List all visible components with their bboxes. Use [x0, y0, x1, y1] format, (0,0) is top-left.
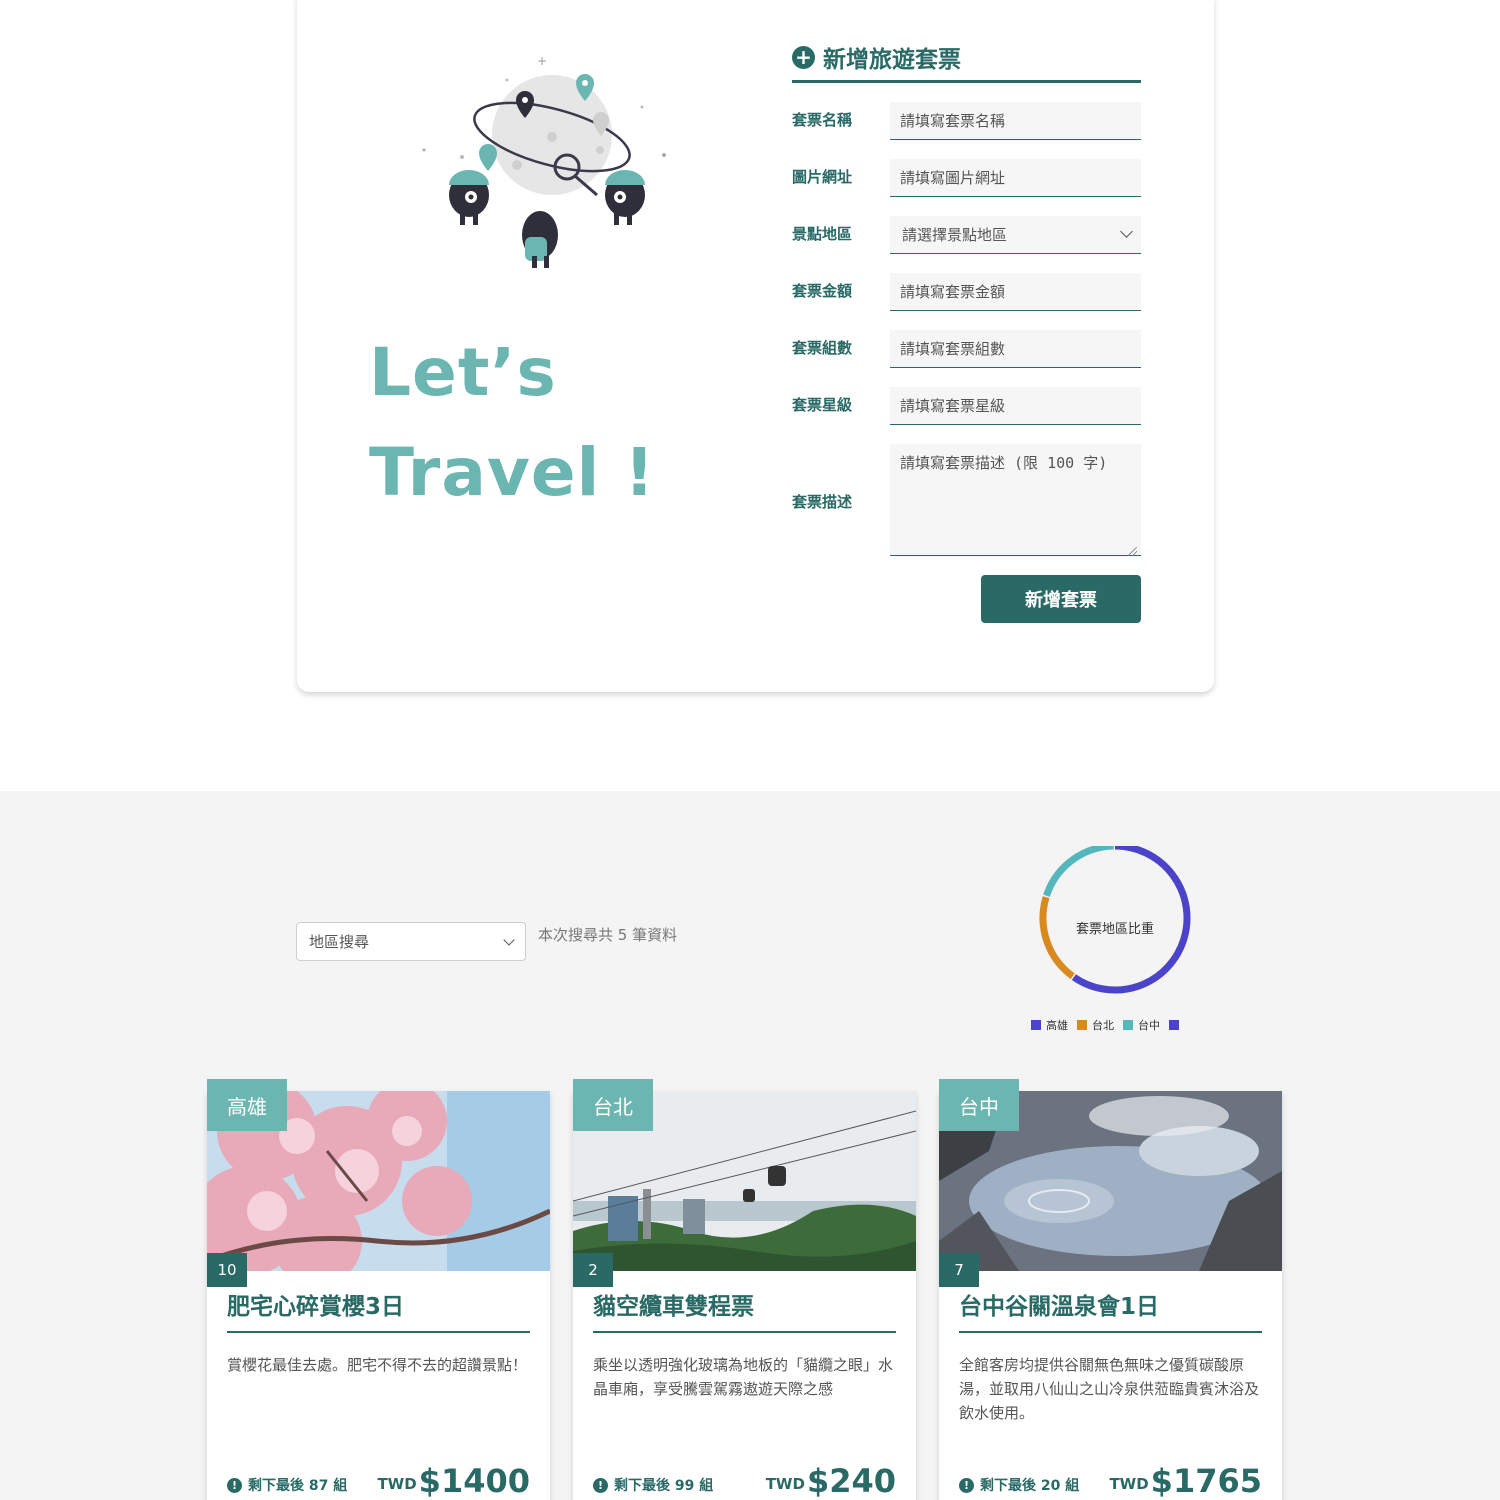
region-search-select[interactable]: 地區搜尋 [296, 922, 526, 961]
chart-legend: 高雄 台北 台中 [1031, 1017, 1179, 1033]
add-ticket-button[interactable]: 新增套票 [981, 575, 1141, 623]
description-label: 套票描述 [792, 493, 853, 511]
ticket-title: 台中谷關溫泉會1日 [959, 1287, 1262, 1333]
field-ticket-name: 套票名稱 [792, 102, 1141, 140]
svg-text:+: + [537, 54, 547, 68]
price-group: TWD $1400 [377, 1463, 530, 1499]
card-footer: ! 剩下最後 87 組 TWD $1400 [227, 1463, 530, 1499]
exclamation-circle-icon: ! [227, 1477, 242, 1493]
area-tag: 高雄 [207, 1079, 287, 1131]
legend-label: 台中 [1138, 1019, 1160, 1032]
currency: TWD [1109, 1475, 1149, 1493]
price-amount: $1400 [418, 1462, 530, 1500]
search-result-count: 本次搜尋共 5 筆資料 [538, 926, 678, 944]
ticket-card[interactable]: 台北 2 貓空纜車雙程票 乘坐以透明強化玻璃為地板的「貓纜之眼」水晶車廂，享受騰… [573, 1079, 916, 1500]
ticket-title: 貓空纜車雙程票 [593, 1287, 896, 1333]
hero-line-2: Travel ! [369, 434, 656, 511]
region-search-value: 地區搜尋 [309, 933, 370, 951]
ticket-title: 肥宅心碎賞櫻3日 [227, 1287, 530, 1333]
area-tag: 台中 [939, 1079, 1019, 1131]
card-footer: ! 剩下最後 99 組 TWD $240 [593, 1463, 896, 1499]
field-image-url: 圖片網址 [792, 159, 1141, 197]
field-rate: 套票星級 [792, 387, 1141, 425]
field-area: 景點地區 請選擇景點地區 [792, 216, 1141, 254]
ticket-card[interactable]: 台中 7 台中谷關溫泉會1日 全館客房均提供谷關無色無味之優質碳酸原湯，並取用八… [939, 1079, 1282, 1500]
legend-item[interactable]: 高雄 [1031, 1017, 1068, 1033]
legend-swatch [1169, 1020, 1179, 1030]
field-price: 套票金額 [792, 273, 1141, 311]
legend-label: 台北 [1092, 1019, 1114, 1032]
price-input[interactable] [890, 273, 1141, 311]
ticket-description: 全館客房均提供谷關無色無味之優質碳酸原湯，並取用八仙山之山冷泉供蒞臨貴賓沐浴及飲… [959, 1356, 1260, 1422]
ticket-name-input[interactable] [890, 102, 1141, 140]
card-body: 肥宅心碎賞櫻3日 賞櫻花最佳去處。肥宅不得不去的超讚景點！ [227, 1287, 530, 1453]
legend-label: 高雄 [1046, 1019, 1068, 1032]
ticket-list-section: 地區搜尋 本次搜尋共 5 筆資料 套票地區比重 高雄 台北 台中 高雄 10 肥… [0, 791, 1500, 1500]
area-select-value: 請選擇景點地區 [902, 226, 1008, 244]
price-group: TWD $1765 [1109, 1463, 1262, 1499]
area-select[interactable]: 請選擇景點地區 [890, 216, 1141, 254]
currency: TWD [765, 1475, 805, 1493]
card-body: 貓空纜車雙程票 乘坐以透明強化玻璃為地板的「貓纜之眼」水晶車廂，享受騰雲駕霧遨遊… [593, 1287, 896, 1453]
ticket-description: 乘坐以透明強化玻璃為地板的「貓纜之眼」水晶車廂，享受騰雲駕霧遨遊天際之感 [593, 1356, 894, 1398]
remaining-text: 剩下最後 87 組 [248, 1478, 348, 1494]
form-title-text: 新增旅遊套票 [823, 47, 961, 73]
remaining-group: ! 剩下最後 20 組 [959, 1475, 1079, 1499]
plus-circle-icon: + [792, 45, 815, 69]
ticket-description: 賞櫻花最佳去處。肥宅不得不去的超讚景點！ [227, 1356, 528, 1374]
rate-label: 套票星級 [792, 396, 853, 414]
image-url-input[interactable] [890, 159, 1141, 197]
group-input[interactable] [890, 330, 1141, 368]
group-label: 套票組數 [792, 339, 853, 357]
chevron-down-icon [503, 934, 515, 946]
legend-item[interactable]: 台中 [1123, 1017, 1160, 1033]
exclamation-circle-icon: ! [593, 1477, 608, 1493]
travel-illustration: + [422, 54, 666, 268]
hero-text: Let’s Travel ! [369, 323, 655, 523]
legend-swatch [1077, 1020, 1087, 1030]
remaining-text: 剩下最後 20 組 [980, 1478, 1080, 1494]
rank-tag: 2 [573, 1253, 613, 1287]
ticket-name-label: 套票名稱 [792, 111, 853, 129]
area-tag: 台北 [573, 1079, 653, 1131]
remaining-group: ! 剩下最後 99 組 [593, 1475, 713, 1499]
description-wrapper [890, 444, 1141, 560]
rate-input[interactable] [890, 387, 1141, 425]
legend-swatch [1031, 1020, 1041, 1030]
add-ticket-card: + Let’s Travel ! + 新增旅遊套票 套票名稱 圖片網址 景點地區… [297, 0, 1214, 692]
add-ticket-form: + 新增旅遊套票 套票名稱 圖片網址 景點地區 請選擇景點地區 套票金額 套票組… [792, 40, 1141, 623]
legend-swatch [1123, 1020, 1133, 1030]
price-label: 套票金額 [792, 282, 853, 300]
card-body: 台中谷關溫泉會1日 全館客房均提供谷關無色無味之優質碳酸原湯，並取用八仙山之山冷… [959, 1287, 1262, 1453]
image-url-label: 圖片網址 [792, 168, 853, 186]
form-title: + 新增旅遊套票 [792, 40, 1141, 83]
ticket-card[interactable]: 高雄 10 肥宅心碎賞櫻3日 賞櫻花最佳去處。肥宅不得不去的超讚景點！ ! 剩下… [207, 1079, 550, 1500]
legend-item[interactable]: 台北 [1077, 1017, 1114, 1033]
hero-line-1: Let’s [369, 334, 557, 411]
rank-tag: 7 [939, 1253, 979, 1287]
donut-slice-台中 [1043, 846, 1114, 897]
remaining-group: ! 剩下最後 87 組 [227, 1475, 347, 1499]
exclamation-circle-icon: ! [959, 1477, 974, 1493]
area-label: 景點地區 [792, 225, 853, 243]
card-footer: ! 剩下最後 20 組 TWD $1765 [959, 1463, 1262, 1499]
rank-tag: 10 [207, 1253, 247, 1287]
price-amount: $240 [806, 1462, 896, 1500]
description-textarea[interactable] [890, 444, 1141, 556]
remaining-text: 剩下最後 99 組 [614, 1478, 714, 1494]
chart-title: 套票地區比重 [1075, 922, 1154, 937]
field-description: 套票描述 [792, 444, 1141, 560]
price-amount: $1765 [1150, 1462, 1262, 1500]
chevron-down-icon [1120, 225, 1133, 238]
field-group: 套票組數 [792, 330, 1141, 368]
price-group: TWD $240 [766, 1463, 896, 1499]
resize-handle[interactable] [1128, 547, 1137, 556]
currency: TWD [377, 1475, 417, 1493]
